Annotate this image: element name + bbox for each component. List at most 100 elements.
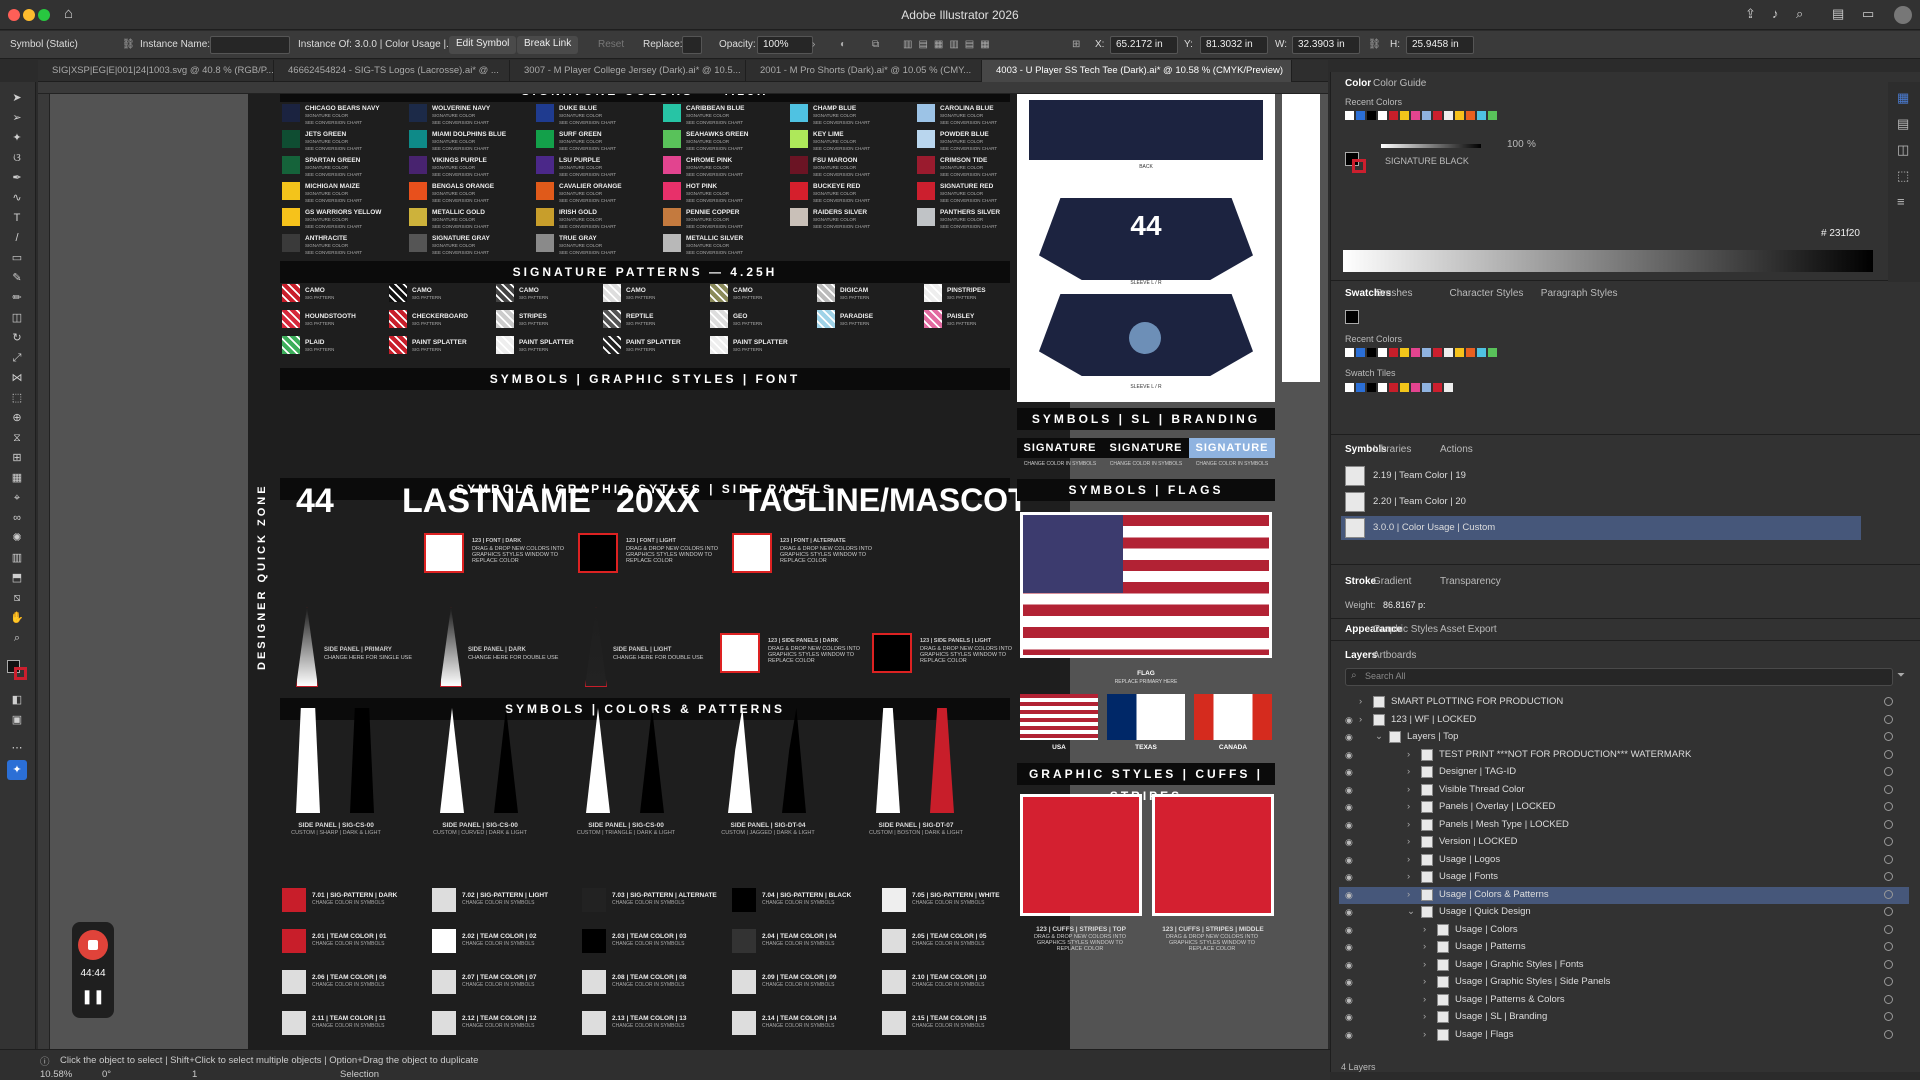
perspective-grid-icon[interactable]: ⧖ <box>9 432 25 444</box>
layer-row[interactable]: ◉ › Usage | Graphic Styles | Fonts <box>1339 957 1909 974</box>
layer-target-icon[interactable] <box>1884 977 1893 986</box>
team-color-symbol[interactable] <box>732 929 756 953</box>
cuff-stripe-style[interactable] <box>1020 794 1142 916</box>
color-swatch[interactable] <box>536 234 554 252</box>
recent-color-swatch[interactable] <box>1466 111 1475 120</box>
eye-icon[interactable]: ◉ <box>1345 890 1353 901</box>
color-swatch[interactable] <box>790 208 808 226</box>
stroke-color-icon[interactable] <box>1352 159 1366 173</box>
swatch-chip[interactable] <box>1455 348 1464 357</box>
chevron-icon[interactable]: › <box>1407 766 1410 777</box>
pause-icon[interactable]: ❚❚ <box>72 988 114 1005</box>
chevron-icon[interactable]: › <box>1423 1011 1426 1022</box>
filter-icon[interactable]: ⏷ <box>1897 670 1905 681</box>
swatch-tile[interactable] <box>1378 383 1387 392</box>
selection-tool-icon[interactable]: ➤ <box>9 92 25 104</box>
symbol-sprayer-icon[interactable]: ✺ <box>9 532 25 544</box>
side-panel-symbol[interactable] <box>296 607 318 687</box>
layer-row[interactable]: ◉ › Panels | Overlay | LOCKED <box>1339 799 1909 816</box>
swatch-chip[interactable] <box>1411 348 1420 357</box>
layer-target-icon[interactable] <box>1884 749 1893 759</box>
pattern-swatch[interactable] <box>389 310 407 328</box>
layer-target-icon[interactable] <box>1884 767 1893 776</box>
y-input[interactable]: 81.3032 in <box>1200 36 1268 54</box>
chevron-right-icon[interactable]: › <box>812 39 815 50</box>
team-color-symbol[interactable] <box>882 1011 906 1035</box>
draw-mode-icon[interactable]: ◧ <box>9 694 25 706</box>
eraser-icon[interactable]: ◫ <box>9 312 25 324</box>
color-swatch[interactable] <box>790 156 808 174</box>
tab-document-4[interactable]: 2001 - M Pro Shorts (Dark).ai* @ 10.05 %… <box>746 60 982 82</box>
eye-icon[interactable]: ◉ <box>1345 750 1353 761</box>
team-color-symbol[interactable] <box>432 929 456 953</box>
search-icon[interactable]: ⌕ <box>1796 6 1803 22</box>
layer-row[interactable]: ◉ › Usage | Flags <box>1339 1027 1909 1044</box>
layers-icon[interactable]: ◫ <box>1897 142 1909 158</box>
swatch-tile[interactable] <box>1433 383 1442 392</box>
eyedropper-icon[interactable]: ⌖ <box>9 492 25 504</box>
free-transform-icon[interactable]: ⬚ <box>9 392 25 404</box>
pattern-swatch[interactable] <box>389 336 407 354</box>
pattern-swatch[interactable] <box>817 310 835 328</box>
usa-flag-large[interactable] <box>1020 512 1272 658</box>
instance-name-input[interactable] <box>210 36 290 54</box>
layer-row[interactable]: ◉ › Usage | Colors <box>1339 922 1909 939</box>
align-icon[interactable]: ≡ <box>1897 194 1905 209</box>
pattern-swatch[interactable] <box>389 284 407 302</box>
share-icon[interactable]: ⇪ <box>1745 6 1756 22</box>
panel-tab-stroke[interactable]: Stroke <box>1345 576 1376 587</box>
swatch-tile[interactable] <box>1367 383 1376 392</box>
layer-row[interactable]: ◉ › Designer | TAG-ID <box>1339 764 1909 781</box>
side-panel-dark[interactable] <box>782 708 806 813</box>
pattern-swatch[interactable] <box>710 310 728 328</box>
layer-row[interactable]: ◉ › Usage | SL | Branding <box>1339 1009 1909 1026</box>
color-swatch[interactable] <box>536 208 554 226</box>
w-input[interactable]: 32.3903 in <box>1292 36 1360 54</box>
zoom-level[interactable]: 10.58% <box>40 1069 90 1080</box>
color-swatch[interactable] <box>917 182 935 200</box>
width-tool-icon[interactable]: ⋈ <box>9 372 25 384</box>
team-color-symbol[interactable] <box>432 1011 456 1035</box>
layer-row[interactable]: ◉ › Usage | Patterns <box>1339 939 1909 956</box>
symbol-row[interactable]: 2.20 | Team Color | 20 <box>1341 490 1861 514</box>
side-panel-light[interactable] <box>440 708 464 813</box>
layer-target-icon[interactable] <box>1884 732 1893 741</box>
chevron-icon[interactable]: › <box>1423 959 1426 970</box>
type-tool-icon[interactable]: T <box>9 212 25 224</box>
canvas-area[interactable]: DESIGNER QUICK ZONE SIGNATURE COLORS — 4… <box>50 94 1328 1056</box>
lasso-icon[interactable]: ଓ <box>9 152 25 164</box>
pattern-swatch[interactable] <box>282 310 300 328</box>
recent-color-swatch[interactable] <box>1378 111 1387 120</box>
recent-color-swatch[interactable] <box>1488 111 1497 120</box>
swatch-chip[interactable] <box>1389 348 1398 357</box>
side-panel-symbol[interactable] <box>440 607 462 687</box>
color-swatch[interactable] <box>536 156 554 174</box>
color-swatch[interactable] <box>790 130 808 148</box>
direct-selection-tool-icon[interactable]: ➢ <box>9 112 25 124</box>
chevron-icon[interactable]: › <box>1423 1029 1426 1040</box>
panel-tab-paragraph-styles[interactable]: Paragraph Styles <box>1541 288 1618 299</box>
cuff-stripe-style[interactable] <box>1152 794 1274 916</box>
recent-color-swatch[interactable] <box>1422 111 1431 120</box>
eye-icon[interactable]: ◉ <box>1345 977 1353 988</box>
side-panel-style-swatch[interactable] <box>720 633 760 673</box>
layer-target-icon[interactable] <box>1884 1012 1893 1021</box>
layer-target-icon[interactable] <box>1884 697 1893 706</box>
color-swatch[interactable] <box>409 104 427 122</box>
swatch-chip[interactable] <box>1422 348 1431 357</box>
zoom-tool-icon[interactable]: ⌕ <box>9 632 25 644</box>
swatch-tile[interactable] <box>1422 383 1431 392</box>
recent-color-swatch[interactable] <box>1367 111 1376 120</box>
side-panel-symbol[interactable] <box>585 607 607 687</box>
layer-row[interactable]: ◉ › 123 | WF | LOCKED <box>1339 712 1909 729</box>
stroke-swatch[interactable] <box>14 667 27 680</box>
magic-wand-icon[interactable]: ✦ <box>9 132 25 144</box>
side-panel-dark[interactable] <box>930 708 954 813</box>
side-panel-dark[interactable] <box>350 708 374 813</box>
team-color-symbol[interactable] <box>582 1011 606 1035</box>
edit-symbol-button[interactable]: Edit Symbol <box>449 36 517 54</box>
swatch-tile[interactable] <box>1411 383 1420 392</box>
swatch-chip[interactable] <box>1378 348 1387 357</box>
layer-row[interactable]: ◉ › Visible Thread Color <box>1339 782 1909 799</box>
swatch-fill-icon[interactable] <box>1345 310 1359 324</box>
